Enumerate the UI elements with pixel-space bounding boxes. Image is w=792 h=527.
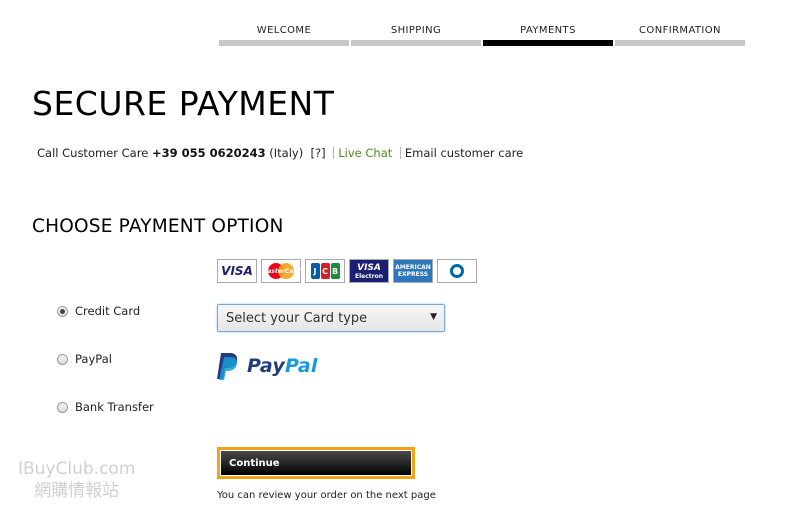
step-label: WELCOME bbox=[256, 25, 312, 36]
paypal-wordmark: PayPal bbox=[247, 355, 318, 377]
mastercard-logo: MasterCard bbox=[261, 259, 301, 283]
step-payments: PAYMENTS bbox=[483, 24, 613, 46]
step-bar bbox=[351, 40, 481, 46]
visa-electron-logo: VISA Electron bbox=[349, 259, 389, 283]
option-label: PayPal bbox=[75, 352, 112, 366]
visa-electron-top: VISA bbox=[357, 262, 381, 273]
step-label: CONFIRMATION bbox=[639, 25, 721, 36]
paypal-pay: Pay bbox=[247, 355, 285, 377]
visa-text: VISA bbox=[221, 264, 253, 278]
step-label: PAYMENTS bbox=[520, 25, 576, 36]
step-shipping: SHIPPING bbox=[351, 24, 481, 46]
jcb-letter: J bbox=[310, 263, 320, 279]
customer-care-line: Call Customer Care +39 055 0620243 (Ital… bbox=[37, 146, 523, 160]
jcb-letter: C bbox=[320, 263, 330, 279]
watermark-line1: IBuyClub.com bbox=[18, 459, 136, 479]
step-bar bbox=[219, 40, 349, 46]
step-confirmation: CONFIRMATION bbox=[615, 24, 745, 46]
mastercard-text: MasterCard bbox=[261, 267, 301, 275]
divider bbox=[333, 147, 335, 159]
dropdown-arrow-icon: ▼ bbox=[430, 312, 437, 322]
paypal-p-icon bbox=[217, 353, 238, 380]
watermark-line2: 網購情報站 bbox=[34, 481, 120, 501]
bank-transfer-radio[interactable] bbox=[57, 401, 68, 413]
option-label: Bank Transfer bbox=[75, 400, 154, 414]
care-phone: +39 055 0620243 bbox=[151, 146, 266, 160]
credit-card-radio[interactable] bbox=[57, 305, 68, 317]
continue-button-frame: Continue bbox=[217, 447, 415, 479]
paypal-radio[interactable] bbox=[57, 353, 68, 365]
paypal-pal: Pal bbox=[284, 355, 318, 377]
card-type-value: Select your Card type bbox=[226, 311, 368, 326]
option-label: Credit Card bbox=[75, 304, 141, 318]
care-country: (Italy) bbox=[269, 146, 304, 160]
step-bar bbox=[615, 40, 745, 46]
jcb-letter: B bbox=[330, 263, 340, 279]
live-chat-link[interactable]: Live Chat bbox=[338, 146, 392, 160]
step-welcome: WELCOME bbox=[219, 24, 349, 46]
checkout-progress: WELCOME SHIPPING PAYMENTS CONFIRMATION bbox=[219, 24, 745, 46]
page-title: SECURE PAYMENT bbox=[32, 84, 335, 123]
review-note: You can review your order on the next pa… bbox=[217, 490, 436, 501]
email-care-link[interactable]: Email customer care bbox=[405, 146, 523, 160]
option-credit-card[interactable]: Credit Card bbox=[57, 304, 140, 318]
paypal-logo: PayPal bbox=[217, 352, 318, 380]
watermark: IBuyClub.com 網購情報站 bbox=[18, 458, 135, 502]
amex-bottom: EXPRESS bbox=[397, 271, 429, 278]
card-logos: VISA MasterCard JCB VISA Electron AMERIC… bbox=[217, 259, 477, 283]
help-link[interactable]: [?] bbox=[311, 146, 326, 160]
section-title: CHOOSE PAYMENT OPTION bbox=[32, 216, 284, 237]
jcb-logo: JCB bbox=[305, 259, 345, 283]
diners-logo bbox=[437, 259, 477, 283]
card-type-select[interactable]: Select your Card type ▼ bbox=[217, 304, 445, 332]
diners-ring-icon bbox=[450, 264, 464, 278]
continue-button[interactable]: Continue bbox=[221, 451, 411, 475]
amex-top: AMERICAN bbox=[395, 264, 431, 271]
visa-logo: VISA bbox=[217, 259, 257, 283]
divider bbox=[399, 147, 401, 159]
visa-electron-bottom: Electron bbox=[354, 272, 383, 280]
option-paypal[interactable]: PayPal bbox=[57, 352, 112, 366]
amex-logo: AMERICAN EXPRESS bbox=[393, 259, 433, 283]
step-bar-active bbox=[483, 40, 613, 46]
step-label: SHIPPING bbox=[390, 25, 442, 36]
care-prefix: Call Customer Care bbox=[37, 146, 149, 160]
option-bank-transfer[interactable]: Bank Transfer bbox=[57, 400, 154, 414]
